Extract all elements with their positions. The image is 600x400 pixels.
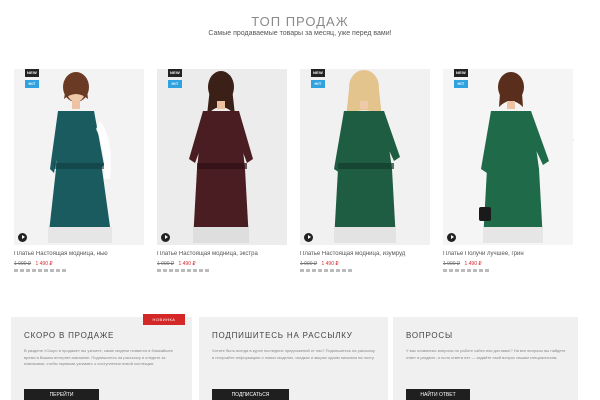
product-card[interactable]: NEW HIT Платье Настоящая модница, нью 1 … <box>14 69 144 279</box>
size-option[interactable] <box>44 269 48 272</box>
price-old: 1 990 ₽ <box>157 261 175 267</box>
price-new: 1 490 ₽ <box>35 261 53 267</box>
size-option[interactable] <box>318 269 322 272</box>
find-answer-button[interactable]: НАЙТИ ОТВЕТ <box>406 389 470 400</box>
size-option[interactable] <box>20 269 24 272</box>
size-option[interactable] <box>199 269 203 272</box>
questions-block: ВОПРОСЫ У вас появились вопросы по работ… <box>393 317 578 400</box>
section-title: ТОП ПРОДАЖ <box>251 14 349 29</box>
price-old: 1 990 ₽ <box>14 261 32 267</box>
badge-new: NEW <box>454 69 468 77</box>
questions-title: ВОПРОСЫ <box>406 331 453 340</box>
subscribe-title: ПОДПИШИТЕСЬ НА РАССЫЛКУ <box>212 331 353 340</box>
size-option[interactable] <box>175 269 179 272</box>
size-option[interactable] <box>443 269 447 272</box>
size-option[interactable] <box>473 269 477 272</box>
price-row: 1 990 ₽ 1 490 ₽ <box>443 261 482 267</box>
price-new: 1 490 ₽ <box>178 261 196 267</box>
size-option[interactable] <box>306 269 310 272</box>
badge-new: NEW <box>25 69 39 77</box>
price-row: 1 990 ₽ 1 490 ₽ <box>300 261 339 267</box>
size-option[interactable] <box>157 269 161 272</box>
play-icon[interactable] <box>161 233 170 242</box>
subscribe-button[interactable]: ПОДПИСАТЬСЯ <box>212 389 289 400</box>
size-list <box>443 269 489 272</box>
size-option[interactable] <box>62 269 66 272</box>
price-old: 1 990 ₽ <box>443 261 461 267</box>
size-option[interactable] <box>467 269 471 272</box>
size-option[interactable] <box>449 269 453 272</box>
subscribe-block: ПОДПИШИТЕСЬ НА РАССЫЛКУ Хотите быть всег… <box>199 317 388 400</box>
size-option[interactable] <box>169 269 173 272</box>
product-name[interactable]: Платье Получи лучшее, грин <box>443 251 578 257</box>
size-option[interactable] <box>26 269 30 272</box>
size-option[interactable] <box>205 269 209 272</box>
size-option[interactable] <box>32 269 36 272</box>
product-name[interactable]: Платье Настоящая модница, изумруд <box>300 251 435 257</box>
size-list <box>157 269 209 272</box>
product-name[interactable]: Платье Настоящая модница, нью <box>14 251 149 257</box>
size-list <box>14 269 66 272</box>
play-icon[interactable] <box>18 233 27 242</box>
size-option[interactable] <box>14 269 18 272</box>
size-option[interactable] <box>330 269 334 272</box>
badge-hit: HIT <box>311 80 325 88</box>
product-image[interactable] <box>14 69 144 245</box>
size-option[interactable] <box>38 269 42 272</box>
product-card[interactable]: NEW HIT Платье Настоящая модница, изумру… <box>300 69 430 279</box>
subscribe-text: Хотите быть всегда в курсе последних пре… <box>212 348 376 360</box>
price-old: 1 990 ₽ <box>300 261 318 267</box>
price-row: 1 990 ₽ 1 490 ₽ <box>157 261 196 267</box>
price-new: 1 490 ₽ <box>464 261 482 267</box>
size-option[interactable] <box>336 269 340 272</box>
badge-hit: HIT <box>168 80 182 88</box>
price-new: 1 490 ₽ <box>321 261 339 267</box>
product-name[interactable]: Платье Настоящая модница, экстра <box>157 251 292 257</box>
size-option[interactable] <box>50 269 54 272</box>
size-option[interactable] <box>455 269 459 272</box>
questions-text: У вас появились вопросы по работе сайта … <box>406 348 566 360</box>
size-option[interactable] <box>324 269 328 272</box>
size-list <box>300 269 352 272</box>
size-option[interactable] <box>181 269 185 272</box>
badge-new: NEW <box>168 69 182 77</box>
size-option[interactable] <box>193 269 197 272</box>
badge-hit: HIT <box>454 80 468 88</box>
price-row: 1 990 ₽ 1 490 ₽ <box>14 261 53 267</box>
size-option[interactable] <box>163 269 167 272</box>
badge-hit: HIT <box>25 80 39 88</box>
size-option[interactable] <box>461 269 465 272</box>
size-option[interactable] <box>485 269 489 272</box>
coming-soon-text: В разделе «Скоро в продаже» вы узнаете, … <box>24 348 173 366</box>
new-ribbon: НОВИНКА <box>143 314 185 325</box>
coming-soon-block: СКОРО В ПРОДАЖЕ В разделе «Скоро в прода… <box>11 317 192 400</box>
size-option[interactable] <box>348 269 352 272</box>
product-image[interactable] <box>443 69 573 245</box>
play-icon[interactable] <box>447 233 456 242</box>
size-option[interactable] <box>479 269 483 272</box>
badge-new: NEW <box>311 69 325 77</box>
size-option[interactable] <box>312 269 316 272</box>
size-option[interactable] <box>300 269 304 272</box>
play-icon[interactable] <box>304 233 313 242</box>
product-card[interactable]: NEW HIT Платье Получи лучшее, грин 1 990… <box>443 69 573 279</box>
coming-soon-title: СКОРО В ПРОДАЖЕ <box>24 331 115 340</box>
go-button[interactable]: ПЕРЕЙТИ <box>24 389 99 400</box>
product-image[interactable] <box>300 69 430 245</box>
size-option[interactable] <box>342 269 346 272</box>
product-card[interactable]: NEW HIT Платье Настоящая модница, экстра… <box>157 69 287 279</box>
product-image[interactable] <box>157 69 287 245</box>
size-option[interactable] <box>56 269 60 272</box>
size-option[interactable] <box>187 269 191 272</box>
section-subtitle: Самые продаваемые товары за месяц, уже п… <box>208 30 392 37</box>
